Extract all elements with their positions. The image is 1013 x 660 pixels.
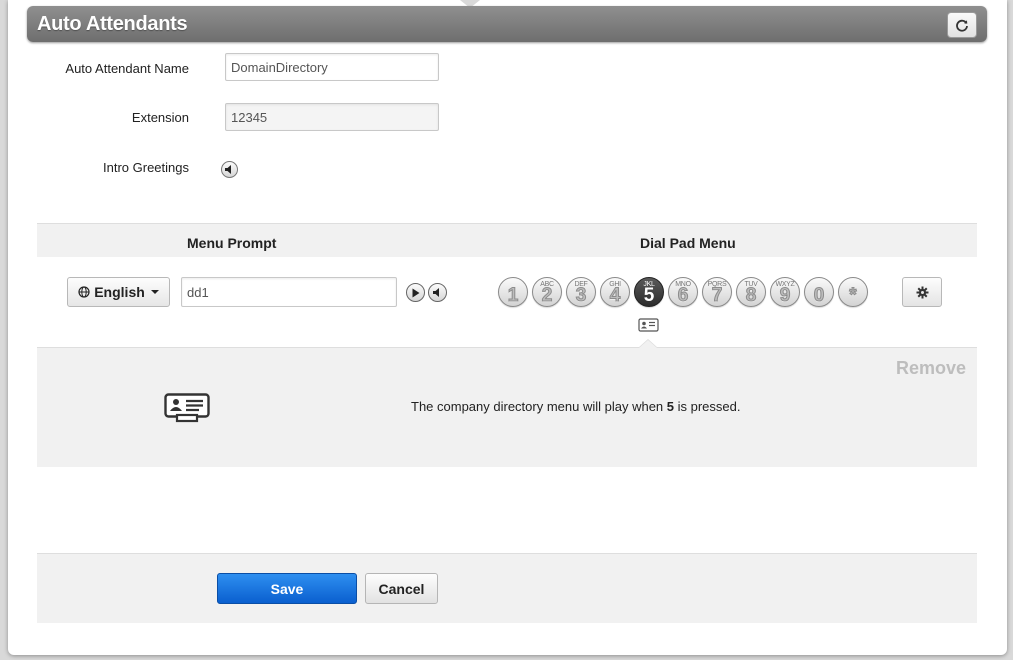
dial-key-number: 5 xyxy=(643,285,655,306)
dial-key-number: 0 xyxy=(813,285,825,306)
remove-link[interactable]: Remove xyxy=(896,358,966,379)
speaker-icon xyxy=(225,165,231,174)
page-title: Auto Attendants xyxy=(37,13,188,35)
dial-key-1[interactable]: 1 xyxy=(498,277,528,307)
dial-key-7[interactable]: PQRS 7 xyxy=(702,277,732,307)
dial-key-0[interactable]: 0 xyxy=(804,277,834,307)
dial-key-number: 4 xyxy=(609,285,621,306)
menu-prompt-heading: Menu Prompt xyxy=(187,235,277,251)
language-dropdown[interactable]: English xyxy=(67,277,170,307)
gear-icon xyxy=(916,286,928,298)
form-footer: Save Cancel xyxy=(37,553,977,623)
description-text-before: The company directory menu will play whe… xyxy=(411,399,667,414)
record-prompt-button[interactable] xyxy=(428,283,447,302)
chevron-down-icon xyxy=(150,290,159,294)
dial-key-number: 1 xyxy=(507,285,519,306)
dial-key-number: 2 xyxy=(541,285,553,306)
dial-key-3[interactable]: DEF 3 xyxy=(566,277,596,307)
directory-icon xyxy=(638,318,659,332)
play-icon xyxy=(412,288,420,297)
dial-key-8[interactable]: TUV 8 xyxy=(736,277,766,307)
panel-header: Auto Attendants xyxy=(27,6,987,42)
extension-label: Extension xyxy=(131,110,189,125)
extension-input[interactable] xyxy=(225,103,439,131)
menu-header-bar: Menu Prompt Dial Pad Menu xyxy=(37,223,977,257)
dial-key-number: 6 xyxy=(677,285,689,306)
dial-key-number: 3 xyxy=(575,285,587,306)
dial-key-2[interactable]: ABC 2 xyxy=(532,277,562,307)
key-detail-panel: Remove The company directory menu will p… xyxy=(37,339,977,467)
intro-greetings-label: Intro Greetings xyxy=(103,160,189,175)
globe-icon xyxy=(78,286,90,298)
directory-description: The company directory menu will play whe… xyxy=(411,399,741,414)
intro-greetings-speaker-button[interactable] xyxy=(221,161,238,178)
dial-key-star[interactable]: * xyxy=(838,277,868,307)
dial-key-number: 7 xyxy=(711,285,723,306)
dial-key-number: 9 xyxy=(779,285,791,306)
dial-key-9[interactable]: WXYZ 9 xyxy=(770,277,800,307)
name-label: Auto Attendant Name xyxy=(65,61,189,76)
menu-prompt-input[interactable] xyxy=(181,277,397,307)
save-button[interactable]: Save xyxy=(217,573,357,604)
speaker-icon xyxy=(433,288,439,297)
description-text-after: is pressed. xyxy=(674,399,741,414)
refresh-button[interactable] xyxy=(947,12,977,38)
company-directory-icon xyxy=(164,393,210,423)
play-prompt-button[interactable] xyxy=(406,283,425,302)
key-settings-button[interactable] xyxy=(902,277,942,307)
dial-key-number: 8 xyxy=(745,285,757,306)
refresh-icon xyxy=(956,19,968,32)
dial-key-number: * xyxy=(849,285,857,306)
dial-key-6[interactable]: MNO 6 xyxy=(668,277,698,307)
detail-pointer-fill xyxy=(639,340,657,348)
dial-key-4[interactable]: GHI 4 xyxy=(600,277,630,307)
dial-pad: 1 ABC 2 DEF 3 GHI 4 JKL 5 MNO 6 PQRS 7 TUV 8 WXYZ 9 0 * xyxy=(498,277,868,309)
dial-pad-menu-heading: Dial Pad Menu xyxy=(640,235,736,251)
language-label: English xyxy=(94,284,145,300)
cancel-button[interactable]: Cancel xyxy=(365,573,438,604)
name-input[interactable] xyxy=(225,53,439,81)
dial-key-5[interactable]: JKL 5 xyxy=(634,277,664,307)
description-key: 5 xyxy=(666,399,675,414)
